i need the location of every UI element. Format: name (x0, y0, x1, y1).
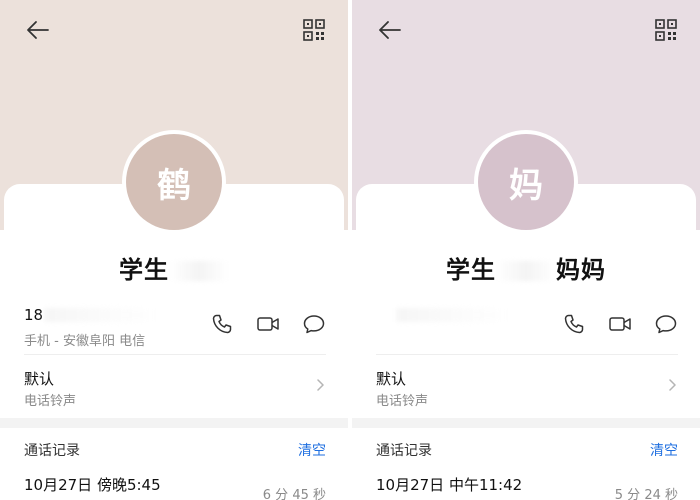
contact-name: 学生 (0, 250, 348, 285)
call-log-header: 通话记录 清空 (24, 440, 326, 462)
call-log-entry[interactable]: 10月27日 傍晚5:45 6 分 45 秒 (24, 474, 326, 500)
contact-panel-1: 鹤 学生 18 手机 - 安徽阜阳 电信 默认 电话铃声 通话记录 清空 10月… (0, 0, 348, 500)
divider (24, 354, 326, 355)
ringtone-title: 默认 (376, 370, 407, 388)
phone-icon[interactable] (562, 312, 586, 336)
contact-panel-2: 妈 学生 妈妈 默认 电话铃声 通话记录 清空 10月27日 中午11:42 5… (352, 0, 700, 500)
clear-button[interactable]: 清空 (298, 440, 326, 460)
qr-code-icon[interactable] (302, 18, 326, 42)
clear-button[interactable]: 清空 (650, 440, 678, 460)
ringtone-setting[interactable]: 默认 电话铃声 (376, 362, 678, 414)
back-arrow-icon[interactable] (24, 18, 52, 42)
call-log-entry[interactable]: 10月27日 中午11:42 5 分 24 秒 (376, 474, 678, 500)
section-gap (352, 418, 700, 428)
contact-name-prefix: 学生 (446, 256, 496, 284)
back-arrow-icon[interactable] (376, 18, 404, 42)
message-icon[interactable] (654, 312, 678, 336)
call-duration: 6 分 45 秒 (262, 488, 326, 500)
ringtone-subtitle: 电话铃声 (376, 394, 429, 409)
contact-name: 学生 妈妈 (352, 250, 700, 285)
contact-comparison: 鹤 学生 18 手机 - 安徽阜阳 电信 默认 电话铃声 通话记录 清空 10月… (0, 0, 700, 500)
phone-icon[interactable] (210, 312, 234, 336)
ringtone-title: 默认 (24, 370, 55, 388)
message-icon[interactable] (302, 312, 326, 336)
phone-number[interactable]: 18 (24, 306, 43, 324)
phone-location: 手机 - 安徽阜阳 电信 (24, 334, 146, 349)
contact-actions (210, 312, 326, 336)
video-call-icon[interactable] (256, 312, 280, 336)
redacted-number (44, 308, 154, 322)
ringtone-setting[interactable]: 默认 电话铃声 (24, 362, 326, 414)
avatar-ring: 妈 (474, 130, 578, 234)
divider (376, 354, 678, 355)
top-bar (352, 0, 700, 60)
call-time: 10月27日 中午11:42 (376, 476, 523, 494)
avatar-ring: 鹤 (122, 130, 226, 234)
phone-number-row (376, 300, 678, 352)
call-log-title: 通话记录 (24, 443, 80, 459)
chevron-right-icon (317, 379, 324, 391)
call-log-header: 通话记录 清空 (376, 440, 678, 462)
call-duration: 5 分 24 秒 (614, 488, 678, 500)
contact-name-prefix: 学生 (119, 256, 169, 284)
redacted-name-part (169, 261, 229, 281)
redacted-number (396, 308, 506, 322)
call-log-title: 通话记录 (376, 443, 432, 459)
ringtone-subtitle: 电话铃声 (24, 394, 77, 409)
contact-name-suffix: 妈妈 (556, 256, 606, 284)
chevron-right-icon (669, 379, 676, 391)
avatar: 鹤 (126, 134, 222, 230)
phone-number-row: 18 手机 - 安徽阜阳 电信 (24, 300, 326, 352)
avatar: 妈 (478, 134, 574, 230)
top-bar (0, 0, 348, 60)
section-gap (0, 418, 348, 428)
redacted-name-part (496, 261, 556, 281)
qr-code-icon[interactable] (654, 18, 678, 42)
call-time: 10月27日 傍晚5:45 (24, 476, 161, 494)
video-call-icon[interactable] (608, 312, 632, 336)
contact-actions (562, 312, 678, 336)
